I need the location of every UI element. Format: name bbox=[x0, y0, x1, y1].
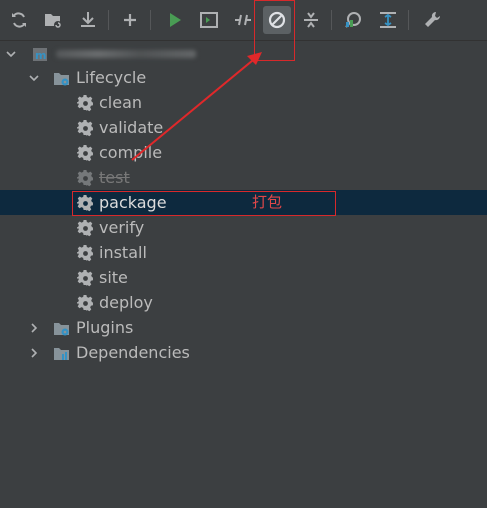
goal-label: compile bbox=[99, 143, 163, 162]
goal-label: test bbox=[99, 168, 130, 187]
toolbar-separator bbox=[108, 10, 109, 30]
download-icon[interactable] bbox=[74, 6, 102, 34]
maven-toolbar bbox=[0, 0, 487, 41]
lifecycle-label: Lifecycle bbox=[76, 68, 147, 87]
toolbar-separator bbox=[150, 10, 151, 30]
show-diagram-icon[interactable] bbox=[374, 6, 402, 34]
goal-label: install bbox=[99, 243, 147, 262]
collapse-all-icon[interactable] bbox=[297, 6, 325, 34]
goal-test-skipped[interactable]: test bbox=[0, 165, 487, 190]
gear-icon bbox=[76, 94, 94, 112]
goal-install[interactable]: install bbox=[0, 240, 487, 265]
goal-package[interactable]: package 打包 bbox=[0, 190, 487, 215]
gear-icon bbox=[76, 194, 94, 212]
goal-label: verify bbox=[99, 218, 145, 237]
tree-row-project[interactable]: m bbox=[0, 41, 487, 66]
chevron-down-icon[interactable] bbox=[28, 65, 40, 90]
goal-label: validate bbox=[99, 118, 164, 137]
gear-icon bbox=[76, 244, 94, 262]
chevron-right-icon[interactable] bbox=[28, 315, 40, 340]
lifecycle-folder-icon bbox=[53, 69, 70, 86]
goal-label: deploy bbox=[99, 293, 153, 312]
dependencies-label: Dependencies bbox=[76, 343, 190, 362]
project-name-blurred bbox=[56, 50, 196, 58]
refresh-icon[interactable] bbox=[5, 6, 33, 34]
gear-icon bbox=[76, 119, 94, 137]
toggle-offline-icon[interactable] bbox=[229, 6, 257, 34]
folder-sync-icon[interactable] bbox=[39, 6, 67, 34]
goal-label: clean bbox=[99, 93, 143, 112]
skip-tests-icon[interactable] bbox=[263, 6, 291, 34]
tree-row-lifecycle[interactable]: Lifecycle bbox=[0, 65, 487, 90]
plugins-folder-icon bbox=[53, 319, 70, 336]
chevron-right-icon[interactable] bbox=[28, 340, 40, 365]
gear-icon bbox=[76, 269, 94, 287]
maven-project-icon: m bbox=[32, 45, 49, 62]
chevron-down-icon[interactable] bbox=[5, 41, 17, 66]
goal-validate[interactable]: validate bbox=[0, 115, 487, 140]
gear-icon bbox=[76, 294, 94, 312]
goal-verify[interactable]: verify bbox=[0, 215, 487, 240]
tree-row-dependencies[interactable]: Dependencies bbox=[0, 340, 487, 365]
plus-icon[interactable] bbox=[116, 6, 144, 34]
tree-row-plugins[interactable]: Plugins bbox=[0, 315, 487, 340]
goal-label: package bbox=[99, 193, 167, 212]
gear-icon bbox=[76, 219, 94, 237]
goal-compile[interactable]: compile bbox=[0, 140, 487, 165]
maven-projects-tree: m Lifecycle clean validate compile test … bbox=[0, 41, 487, 508]
toolbar-separator bbox=[331, 10, 332, 30]
wrench-settings-icon[interactable] bbox=[418, 6, 446, 34]
dependency-analyzer-icon[interactable] bbox=[339, 6, 367, 34]
annotation-note: 打包 bbox=[252, 193, 283, 211]
plugins-label: Plugins bbox=[76, 318, 134, 337]
gear-icon bbox=[76, 169, 94, 187]
gear-icon bbox=[76, 144, 94, 162]
toolbar-separator bbox=[408, 10, 409, 30]
run-icon[interactable] bbox=[161, 6, 189, 34]
goal-deploy[interactable]: deploy bbox=[0, 290, 487, 315]
goal-clean[interactable]: clean bbox=[0, 90, 487, 115]
dependencies-folder-icon bbox=[53, 344, 70, 361]
svg-text:m: m bbox=[35, 49, 46, 62]
execute-goal-icon[interactable] bbox=[195, 6, 223, 34]
goal-label: site bbox=[99, 268, 128, 287]
goal-site[interactable]: site bbox=[0, 265, 487, 290]
